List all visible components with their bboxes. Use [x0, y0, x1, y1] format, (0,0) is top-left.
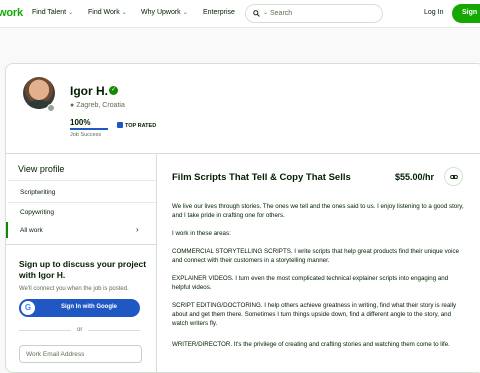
hourly-rate: $55.00/hr: [395, 172, 435, 182]
nav-label: Find Work: [88, 9, 120, 16]
job-success-fill: [70, 128, 108, 130]
google-signin-button[interactable]: G Sign In with Google: [19, 299, 140, 317]
chevron-down-icon: ⌄: [182, 10, 188, 16]
divider: [88, 330, 140, 331]
top-rated-icon: [117, 122, 123, 128]
location-pin-icon: ●: [70, 102, 75, 109]
chevron-down-icon: ⌄: [68, 10, 74, 16]
profile-title: Film Scripts That Tell & Copy That Sells: [172, 172, 351, 183]
description-paragraph: SCRIPT EDITING/DOCTORING. I help others …: [172, 302, 457, 327]
search-icon: [253, 10, 260, 17]
top-rated-label: TOP RATED: [125, 123, 157, 129]
nav-label: Why Upwork: [141, 9, 181, 16]
nav-find-work[interactable]: Find Work ⌄: [88, 9, 127, 16]
view-profile-heading: View profile: [18, 164, 65, 174]
description-paragraph: I work in these areas:: [172, 230, 231, 237]
job-success-value: 100%: [70, 118, 91, 127]
verified-check-icon: ✓: [109, 86, 118, 95]
divider: [156, 153, 157, 373]
location: ● Zagreb, Croatia: [70, 102, 125, 109]
signup-button[interactable]: Sign: [452, 4, 480, 23]
email-field[interactable]: [19, 345, 142, 363]
description-paragraph: WRITER/DIRECTOR. It's the privilege of c…: [172, 341, 450, 348]
sidebar-item-all-work[interactable]: All work: [20, 227, 43, 234]
nav-label: Find Talent: [32, 9, 67, 16]
divider: [8, 202, 156, 203]
signup-panel-title: Sign up to discuss your project with Igo…: [19, 259, 147, 280]
location-text: Zagreb, Croatia: [76, 102, 125, 109]
description-paragraph: COMMERCIAL STORYTELLING SCRIPTS. I write…: [172, 248, 460, 264]
description-paragraph: EXPLAINER VIDEOS. I turn even the most c…: [172, 275, 449, 291]
sidebar-item-copywriting[interactable]: Copywriting: [20, 209, 54, 216]
divider: [5, 244, 156, 245]
chevron-down-icon: ⌄: [121, 10, 127, 16]
freelancer-name: Igor H.: [70, 84, 108, 98]
divider: [8, 180, 156, 181]
link-icon: [450, 174, 458, 180]
chevron-down-icon[interactable]: ⌄: [263, 9, 268, 16]
chevron-right-icon[interactable]: ›: [136, 225, 139, 234]
or-separator: or: [77, 327, 83, 333]
nav-find-talent[interactable]: Find Talent ⌄: [32, 9, 73, 16]
upwork-logo[interactable]: work: [0, 7, 23, 19]
search-placeholder: Search: [270, 10, 293, 17]
signup-panel-subtitle: We'll connect you when the job is posted…: [19, 286, 129, 292]
login-link[interactable]: Log In: [424, 9, 443, 16]
copy-link-button[interactable]: [444, 167, 463, 186]
google-g-icon: G: [21, 301, 35, 315]
job-success-bar: [70, 128, 108, 130]
sidebar-item-scriptwriting[interactable]: Scriptwriting: [20, 189, 55, 196]
top-rated-badge: TOP RATED: [117, 122, 156, 129]
google-signin-label: Sign In with Google: [61, 304, 117, 310]
nav-enterprise[interactable]: Enterprise: [203, 9, 235, 16]
nav-why-upwork[interactable]: Why Upwork ⌄: [141, 9, 188, 16]
offline-status-dot: [47, 104, 55, 112]
description-paragraph: We live our lives through stories. The o…: [172, 203, 464, 219]
divider: [5, 153, 480, 154]
job-success-label: Job Success: [70, 132, 102, 138]
top-nav-bar: work Find Talent ⌄ Find Work ⌄ Why Upwork ⌄…: [0, 0, 480, 28]
divider: [19, 330, 71, 331]
active-indicator: [6, 222, 8, 238]
search-input[interactable]: ⌄ Search: [245, 4, 383, 23]
